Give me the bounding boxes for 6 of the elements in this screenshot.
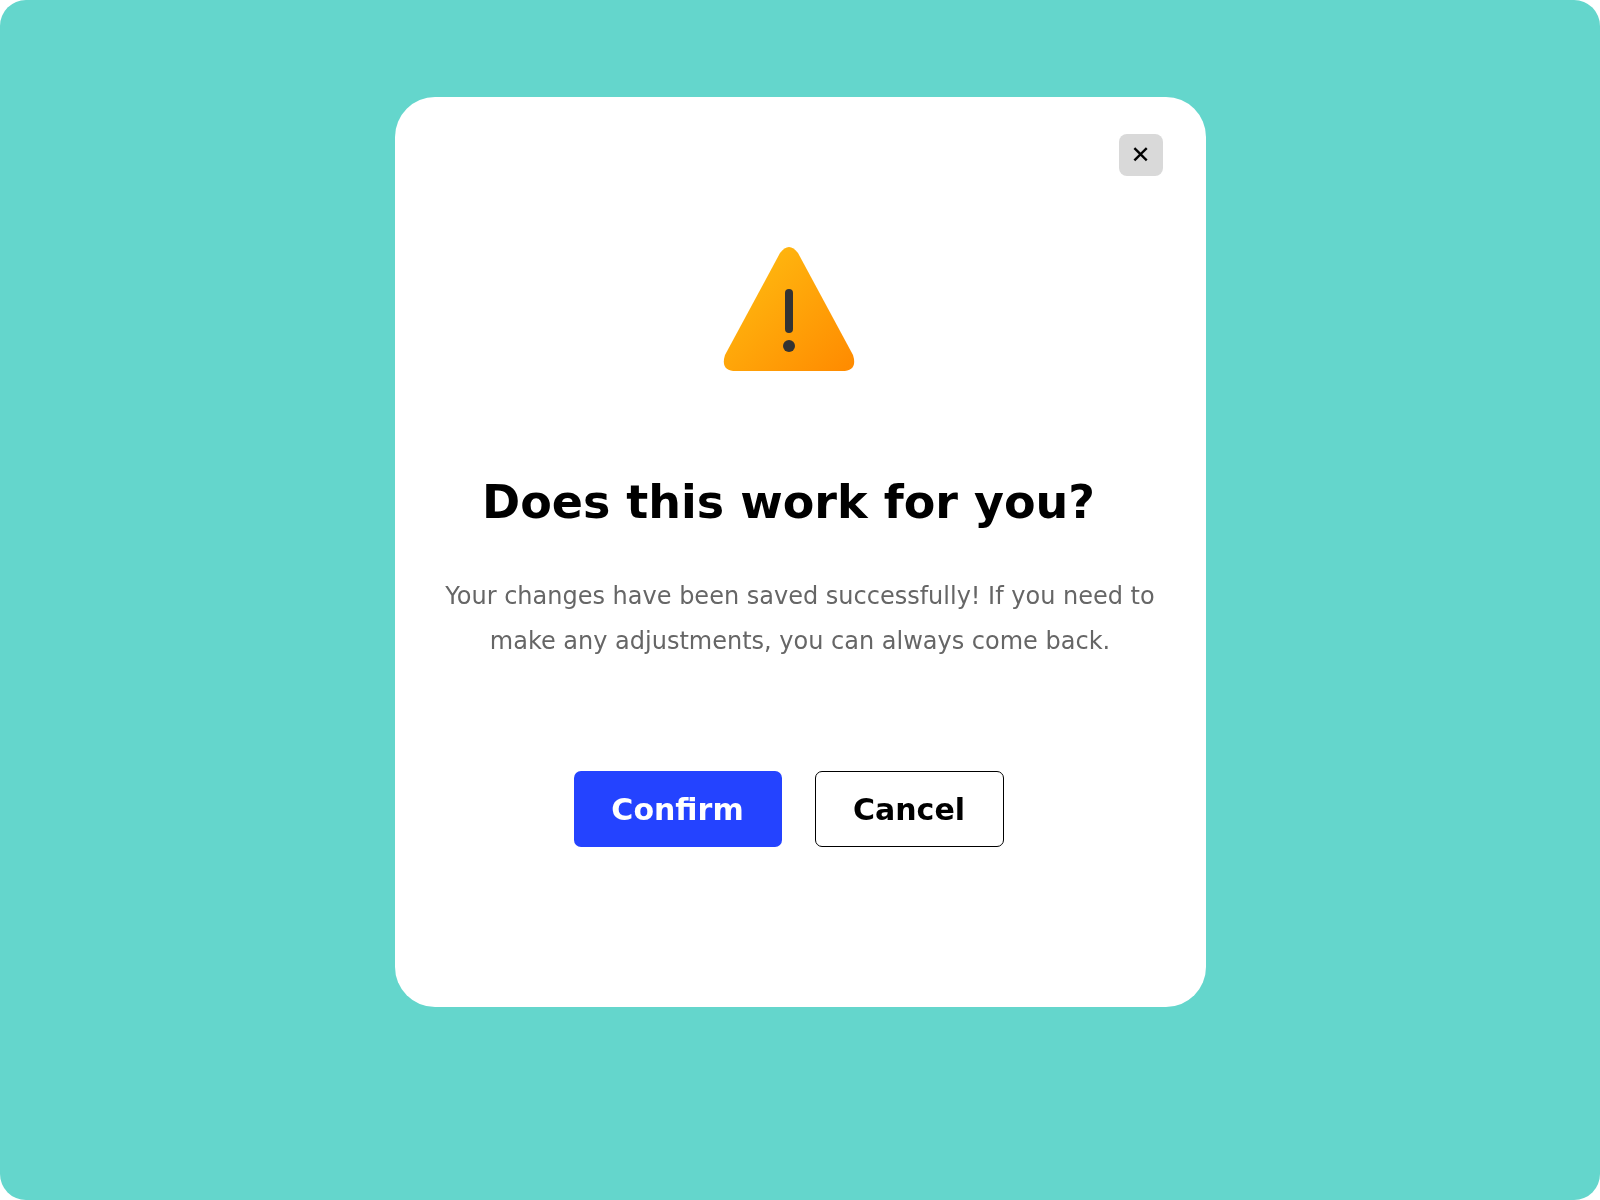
close-button[interactable]: ✕: [1118, 134, 1163, 176]
cancel-button[interactable]: Cancel: [814, 771, 1004, 848]
dialog-title: Does this work for you?: [482, 475, 1095, 531]
confirm-button[interactable]: Confirm: [573, 771, 782, 848]
dialog-message: Your changes have been saved successfully! If you need to make any adjustments, you can always come back.: [444, 581, 1156, 658]
warning-icon: [721, 247, 856, 373]
